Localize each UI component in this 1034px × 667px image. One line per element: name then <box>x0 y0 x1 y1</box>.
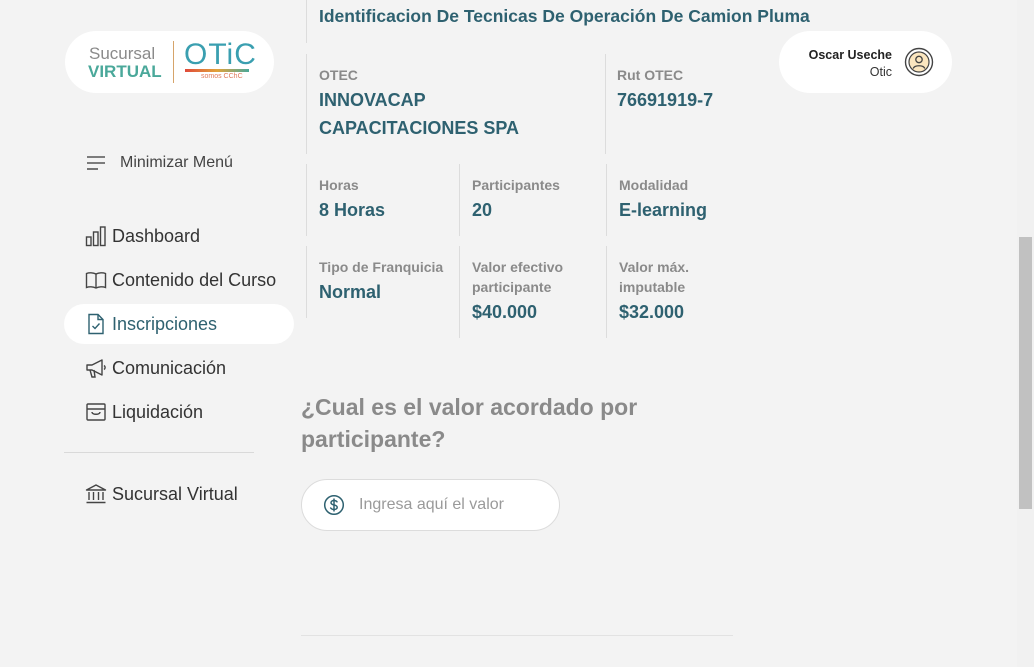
agreed-value-field[interactable] <box>301 479 560 531</box>
logo-otic-text: OTiC <box>184 38 257 71</box>
minimize-menu-label: Minimizar Menú <box>120 154 233 171</box>
valor-efectivo-label: Valor efectivo participante <box>472 259 564 295</box>
sidebar-item-inscripciones[interactable]: Inscripciones <box>64 304 294 344</box>
sidebar-item-label: Comunicación <box>112 357 227 378</box>
sidebar-item-label: Liquidación <box>112 401 204 422</box>
user-menu[interactable]: Oscar Useche Otic <box>779 31 952 93</box>
grid-divider <box>605 54 606 154</box>
modalidad-label: Modalidad <box>619 177 689 193</box>
horas-value: 8 Horas <box>319 200 386 220</box>
agreed-value-question: ¿Cual es el valor acordado por participa… <box>301 394 638 452</box>
sidebar-item-sucursal-virtual[interactable]: Sucursal Virtual <box>64 474 294 514</box>
grid-divider <box>306 246 307 318</box>
otec-label: OTEC <box>319 67 358 83</box>
sidebar-item-course-content[interactable]: Contenido del Curso <box>64 260 294 300</box>
minimize-menu-button[interactable]: Minimizar Menú <box>86 152 233 174</box>
logo-virtual-text: VIRTUAL <box>88 62 162 81</box>
dollar-circle-icon <box>323 494 345 516</box>
brand-logo[interactable]: Sucursal VIRTUAL OTiC somos CChC <box>65 31 274 93</box>
sidebar-item-label: Contenido del Curso <box>112 269 277 290</box>
sidebar-item-liquidacion[interactable]: Liquidación <box>64 392 294 432</box>
sidebar-item-label: Inscripciones <box>112 313 218 334</box>
franquicia-value: Normal <box>319 282 382 302</box>
user-name: Oscar Useche <box>808 48 892 62</box>
logo-color-bar <box>185 69 249 72</box>
sidebar-item-comunicacion[interactable]: Comunicación <box>64 348 294 388</box>
bar-chart-icon <box>85 225 107 247</box>
logo-sucursal-text: Sucursal <box>89 44 156 63</box>
bank-icon <box>85 483 107 505</box>
rut-otec-value: 76691919-7 <box>617 90 714 110</box>
participantes-value: 20 <box>472 200 493 220</box>
logo-divider <box>173 41 174 83</box>
grid-divider <box>306 54 307 154</box>
megaphone-icon <box>85 357 107 379</box>
participantes-label: Participantes <box>472 177 560 193</box>
logo-subtitle: somos CChC <box>201 73 243 80</box>
course-title: Identificacion De Tecnicas De Operación … <box>319 6 810 26</box>
otec-value: INNOVACAP CAPACITACIONES SPA <box>319 90 520 138</box>
archive-icon <box>85 401 107 423</box>
grid-divider <box>459 164 460 236</box>
valor-max-label: Valor máx. imputable <box>619 259 690 295</box>
user-role: Otic <box>869 65 892 79</box>
grid-divider <box>306 164 307 236</box>
document-check-icon <box>85 313 107 335</box>
valor-max-value: $32.000 <box>619 302 685 322</box>
book-icon <box>85 269 107 291</box>
hamburger-icon <box>87 156 105 170</box>
grid-divider <box>606 164 607 236</box>
grid-divider <box>459 246 460 338</box>
franquicia-label: Tipo de Franquicia <box>319 259 444 275</box>
horas-label: Horas <box>319 177 359 193</box>
grid-divider <box>606 246 607 338</box>
sidebar-item-label: Dashboard <box>112 225 201 246</box>
sidebar-item-label: Sucursal Virtual <box>112 483 238 504</box>
sidebar-item-dashboard[interactable]: Dashboard <box>64 216 294 256</box>
section-divider <box>301 635 733 636</box>
sidebar-divider <box>64 452 254 453</box>
user-avatar-icon <box>904 47 934 77</box>
grid-divider <box>306 0 307 43</box>
modalidad-value: E-learning <box>619 200 708 220</box>
rut-otec-label: Rut OTEC <box>617 67 684 83</box>
valor-efectivo-value: $40.000 <box>472 302 538 322</box>
agreed-value-input[interactable] <box>357 495 537 515</box>
page-scrollbar-thumb[interactable] <box>1019 237 1032 509</box>
